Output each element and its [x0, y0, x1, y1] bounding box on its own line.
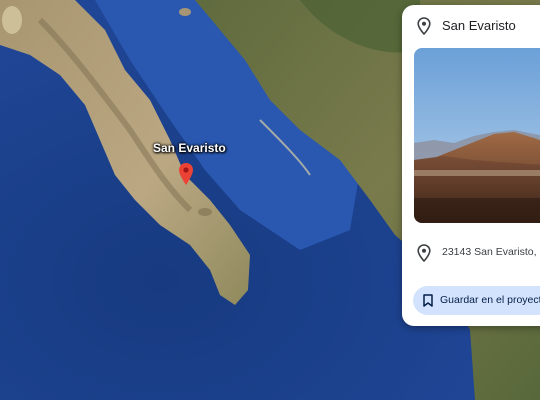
- map-place-label[interactable]: San Evaristo: [153, 141, 226, 155]
- bookmark-icon: [423, 294, 433, 307]
- location-pin-icon: [417, 244, 431, 263]
- location-pin-icon: [417, 17, 431, 36]
- save-button-label: Guardar en el proyect: [440, 294, 540, 306]
- place-photo[interactable]: [414, 48, 540, 223]
- place-title: San Evaristo: [442, 18, 516, 33]
- place-info-card: San Evaristo 23143 San Evaristo, B.: [402, 5, 540, 326]
- save-to-project-button[interactable]: Guardar en el proyect: [413, 286, 540, 315]
- card-header: San Evaristo: [402, 5, 540, 45]
- red-map-pin-icon[interactable]: [179, 163, 193, 185]
- address-text: 23143 San Evaristo, B.: [442, 246, 540, 258]
- address-row[interactable]: 23143 San Evaristo, B.: [402, 235, 540, 265]
